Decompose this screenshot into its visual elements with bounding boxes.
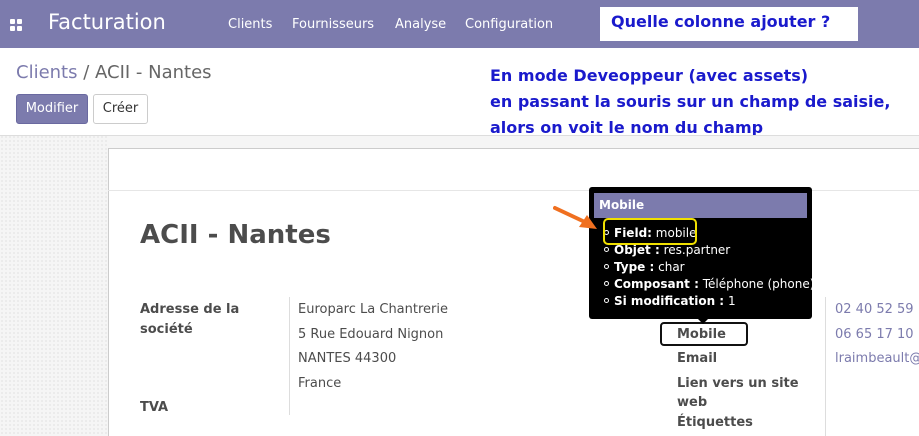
tooltip-key: Objet : bbox=[614, 243, 660, 257]
nav-item-configuration[interactable]: Configuration bbox=[465, 17, 553, 32]
tooltip-key: Composant : bbox=[614, 277, 699, 291]
tooltip-key: Si modification : bbox=[614, 294, 725, 308]
address-label-line-1: Adresse de la bbox=[140, 302, 240, 317]
address-separator bbox=[289, 297, 290, 415]
tooltip-key: Type : bbox=[614, 260, 655, 274]
edit-button[interactable]: Modifier bbox=[16, 94, 88, 124]
pointer-arrow-icon bbox=[553, 206, 597, 229]
tooltip-row-type: Type : char bbox=[604, 260, 685, 274]
address-street-1[interactable]: Europarc La Chantrerie bbox=[298, 302, 448, 317]
address-country[interactable]: France bbox=[298, 376, 341, 391]
apps-menu-icon[interactable] bbox=[10, 19, 22, 31]
website-label-line-2: web bbox=[677, 395, 708, 410]
website-label-line-1: Lien vers un site bbox=[677, 376, 799, 391]
tooltip-value: char bbox=[658, 260, 685, 274]
email-label: Email bbox=[677, 351, 718, 366]
tooltip-caret bbox=[697, 318, 709, 324]
contact-separator bbox=[825, 297, 826, 436]
address-label-line-2: société bbox=[140, 322, 193, 337]
phone-value[interactable]: 02 40 52 59 bbox=[835, 302, 914, 317]
tooltip-row-widget: Composant : Téléphone (phone) bbox=[604, 277, 814, 291]
create-button[interactable]: Créer bbox=[93, 94, 148, 124]
explanation-line-2: en passant la souris sur un champ de sai… bbox=[490, 92, 891, 111]
field-name-highlight bbox=[603, 218, 697, 245]
tooltip-value: 1 bbox=[727, 294, 736, 308]
breadcrumb-current: ACII - Nantes bbox=[95, 62, 212, 83]
tooltip-value: res.partner bbox=[663, 243, 731, 257]
nav-item-clients[interactable]: Clients bbox=[228, 17, 272, 32]
tooltip-value: Téléphone (phone) bbox=[702, 277, 815, 291]
mobile-label-highlight bbox=[660, 322, 748, 346]
breadcrumb: Clients / ACII - Nantes bbox=[16, 62, 212, 83]
address-city[interactable]: NANTES 44300 bbox=[298, 351, 396, 366]
email-value[interactable]: lraimbeault@ bbox=[835, 351, 919, 366]
form-background-pattern bbox=[0, 135, 108, 436]
partner-name: ACII - Nantes bbox=[140, 220, 331, 250]
breadcrumb-parent[interactable]: Clients bbox=[16, 62, 78, 83]
tooltip-row-onchange: Si modification : 1 bbox=[604, 294, 736, 308]
question-annotation-text: Quelle colonne ajouter ? bbox=[611, 12, 831, 31]
nav-item-fournisseurs[interactable]: Fournisseurs bbox=[292, 17, 374, 32]
vat-label: TVA bbox=[140, 400, 169, 415]
mobile-value[interactable]: 06 65 17 10 bbox=[835, 327, 914, 342]
tooltip-title: Mobile bbox=[599, 198, 645, 212]
app-title[interactable]: Facturation bbox=[48, 10, 166, 34]
nav-item-analyse[interactable]: Analyse bbox=[395, 17, 446, 32]
address-street-2[interactable]: 5 Rue Edouard Nignon bbox=[298, 327, 443, 342]
breadcrumb-separator: / bbox=[77, 62, 96, 83]
explanation-line-1: En mode Deveoppeur (avec assets) bbox=[490, 66, 809, 85]
tags-label: Étiquettes bbox=[677, 415, 753, 430]
tooltip-row-object: Objet : res.partner bbox=[604, 243, 730, 257]
